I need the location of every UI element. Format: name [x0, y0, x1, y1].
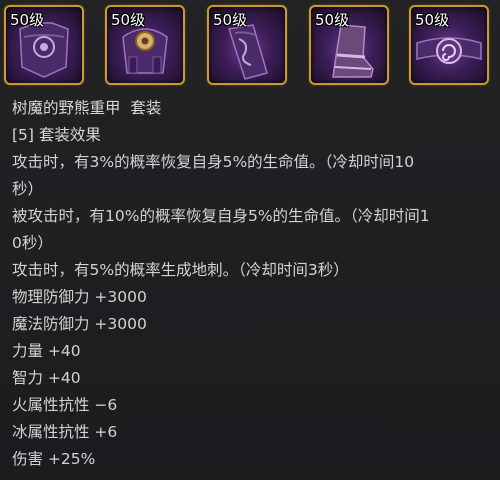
item-slot-boots[interactable]: 50级	[309, 5, 389, 85]
set-effect-line: 0秒）	[12, 234, 53, 252]
stat-line: 力量 +40	[12, 342, 81, 360]
item-level-label: 50级	[111, 11, 146, 29]
item-slot-legs[interactable]: 50级	[207, 5, 287, 85]
set-effect-line: 攻击时，有5%的概率生成地刺。（冷却时间3秒）	[12, 261, 349, 279]
set-effect-line: 秒）	[12, 180, 44, 198]
item-slot-belt[interactable]: 50级	[409, 5, 489, 85]
stat-line: 物理防御力 +3000	[12, 288, 147, 306]
stat-line: 智力 +40	[12, 369, 81, 387]
item-slot-shoulder[interactable]: 50级	[105, 5, 185, 85]
set-effect-line: 攻击时，有3%的概率恢复自身5%的生命值。（冷却时间10	[12, 153, 415, 171]
stat-line: 伤害 +25%	[12, 450, 96, 468]
stat-line: 冰属性抗性 +6	[12, 423, 118, 441]
set-effect-header: [5] 套装效果	[12, 126, 101, 144]
stat-line: 魔法防御力 +3000	[12, 315, 147, 333]
item-level-label: 50级	[10, 11, 45, 29]
set-tooltip-panel: 50级 50级 50级 50级 50级 树魔的野熊重甲 套装 [5] 套装效果 …	[0, 0, 500, 480]
set-description: 树魔的野熊重甲 套装 [5] 套装效果 攻击时，有3%的概率恢复自身5%的生命值…	[12, 95, 496, 473]
set-effect-line: 被攻击时，有10%的概率恢复自身5%的生命值。（冷却时间1	[12, 207, 430, 225]
set-item-slots: 50级 50级 50级 50级 50级	[0, 0, 500, 92]
item-level-label: 50级	[315, 11, 350, 29]
stat-line: 火属性抗性 −6	[12, 396, 118, 414]
item-slot-chest[interactable]: 50级	[4, 5, 84, 85]
item-level-label: 50级	[415, 11, 450, 29]
set-title: 树魔的野熊重甲 套装	[12, 99, 162, 117]
item-level-label: 50级	[213, 11, 248, 29]
